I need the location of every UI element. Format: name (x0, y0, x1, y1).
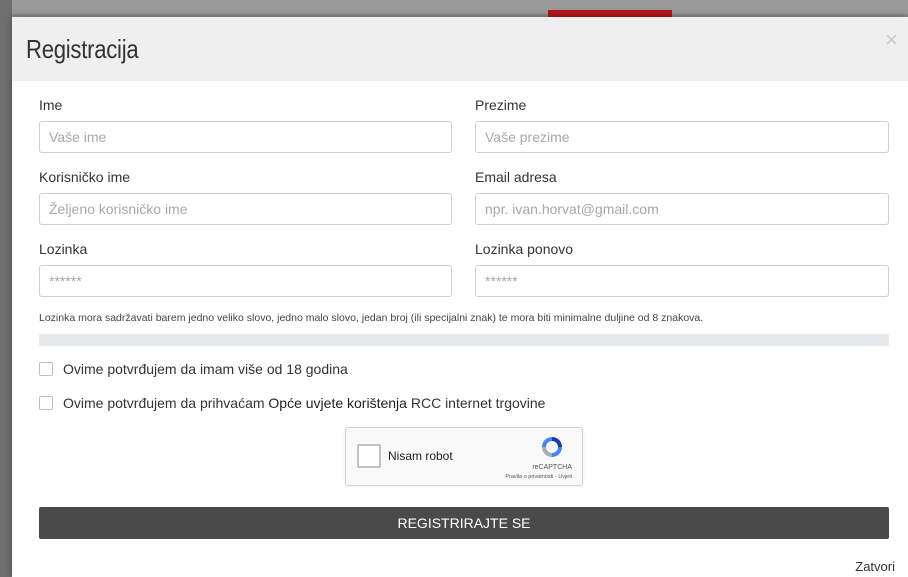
recaptcha-label: Nisam robot (388, 449, 453, 463)
age-checkbox[interactable] (39, 362, 53, 376)
terms-confirmation-row[interactable]: Ovime potvrđujem da prihvaćam Opće uvjet… (39, 395, 545, 411)
first-name-input[interactable] (39, 121, 452, 153)
password-input[interactable] (39, 265, 452, 297)
recaptcha-brand: reCAPTCHA (532, 464, 572, 471)
modal-title: Registracija (26, 34, 139, 64)
background-red-bar (548, 10, 672, 17)
terms-checkbox-label: Ovime potvrđujem da prihvaćam Opće uvjet… (63, 395, 545, 411)
password-hint: Lozinka mora sadržavati barem jedno veli… (39, 312, 704, 324)
recaptcha-checkbox[interactable] (357, 444, 381, 468)
password-label: Lozinka (39, 241, 88, 257)
recaptcha-logo-icon (542, 437, 562, 457)
last-name-label: Prezime (475, 97, 527, 113)
username-input[interactable] (39, 193, 452, 225)
email-label: Email adresa (475, 169, 557, 185)
modal-header: Registracija × (12, 17, 908, 81)
terms-link[interactable]: Opće uvjete korištenja (268, 395, 407, 411)
age-confirmation-row[interactable]: Ovime potvrđujem da imam više od 18 godi… (39, 361, 348, 377)
age-checkbox-label: Ovime potvrđujem da imam više od 18 godi… (63, 361, 348, 377)
password-repeat-label: Lozinka ponovo (475, 241, 574, 257)
terms-prefix: Ovime potvrđujem da prihvaćam (63, 395, 269, 411)
password-strength-bar (39, 334, 889, 346)
password-repeat-input[interactable] (475, 265, 889, 297)
close-icon[interactable]: × (885, 29, 898, 51)
background-page-left (0, 0, 12, 577)
username-label: Korisničko ime (39, 169, 131, 185)
register-button[interactable]: REGISTRIRAJTE SE (39, 507, 889, 539)
registration-modal: Registracija × Ime Prezime Korisničko im… (12, 17, 908, 577)
terms-checkbox[interactable] (39, 396, 53, 410)
background-page-top (0, 0, 908, 14)
recaptcha-widget: Nisam robot reCAPTCHA Pravila o privatno… (345, 427, 583, 486)
terms-suffix: RCC internet trgovine (406, 395, 546, 411)
close-link[interactable]: Zatvori (855, 559, 895, 574)
first-name-label: Ime (39, 97, 63, 113)
recaptcha-links[interactable]: Pravila o privatnosti - Uvjeti (505, 474, 572, 480)
email-input[interactable] (475, 193, 889, 225)
last-name-input[interactable] (475, 121, 889, 153)
